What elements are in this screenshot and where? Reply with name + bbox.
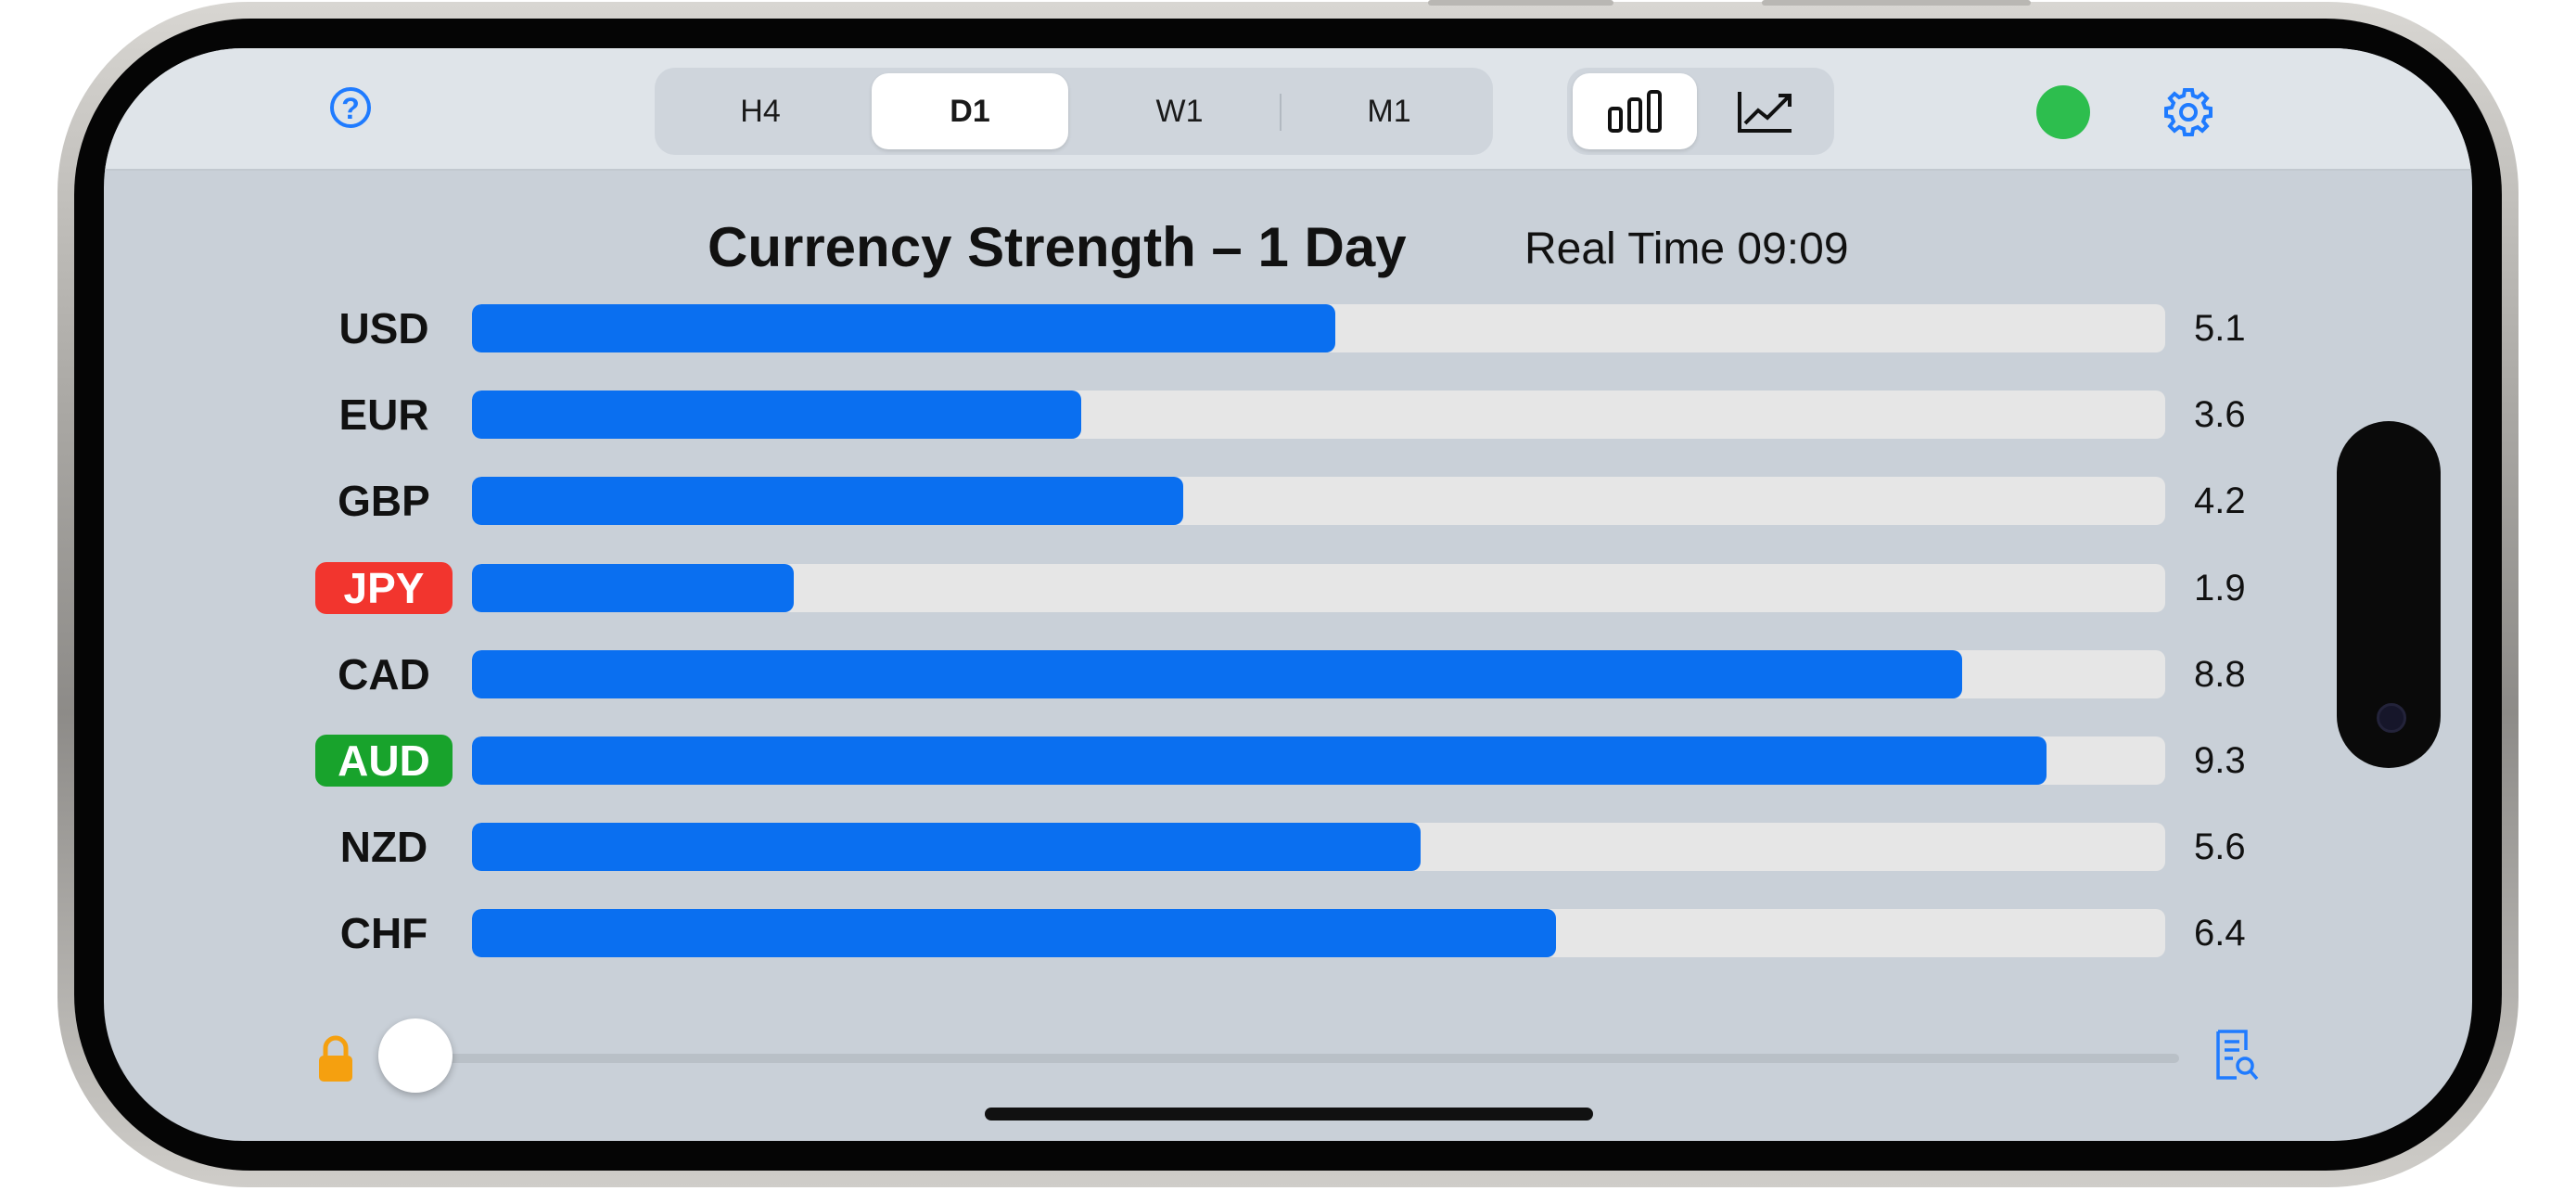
app-screen: ? H4 D1 W1 M1 Currency Strength – 1 Day … xyxy=(104,48,2472,1141)
realtime-clock: Real Time 09:09 xyxy=(1524,224,1849,274)
tab-m1[interactable]: M1 xyxy=(1291,73,1487,149)
bar-track xyxy=(472,909,2165,958)
bar-track xyxy=(472,477,2165,526)
currency-label: AUD xyxy=(315,735,453,787)
tab-d1[interactable]: D1 xyxy=(872,73,1068,149)
strength-bar xyxy=(472,649,1962,698)
document-search-icon[interactable] xyxy=(2214,1028,2261,1083)
currency-label: USD xyxy=(338,304,429,352)
currency-label: CAD xyxy=(338,649,430,698)
connection-status-indicator xyxy=(2036,85,2090,139)
bar-chart-icon xyxy=(1608,90,1662,133)
tab-w1[interactable]: W1 xyxy=(1081,73,1278,149)
currency-row: CHF 6.4 xyxy=(104,907,2472,959)
strength-bar xyxy=(472,304,1335,352)
currency-row: EUR 3.6 xyxy=(104,389,2472,441)
tab-h4[interactable]: H4 xyxy=(662,73,859,149)
currency-row: GBP 4.2 xyxy=(104,475,2472,527)
currency-label: GBP xyxy=(338,477,430,526)
camera-lens xyxy=(2377,703,2406,733)
bar-view-button[interactable] xyxy=(1573,73,1697,149)
strength-value: 9.3 xyxy=(2194,740,2246,781)
home-indicator[interactable] xyxy=(985,1108,1593,1121)
currency-row: USD 5.1 xyxy=(104,302,2472,354)
strength-value: 3.6 xyxy=(2194,394,2246,436)
strength-value: 4.2 xyxy=(2194,480,2246,522)
currency-row: AUD 9.3 xyxy=(104,735,2472,787)
history-slider[interactable] xyxy=(382,1054,2179,1063)
bar-track xyxy=(472,304,2165,352)
strength-bar xyxy=(472,563,794,612)
strength-value: 6.4 xyxy=(2194,913,2246,954)
currency-label: NZD xyxy=(339,823,428,872)
strength-bar xyxy=(472,823,1421,872)
gear-icon[interactable] xyxy=(2161,84,2216,140)
bar-track xyxy=(472,736,2165,785)
strength-bar xyxy=(472,736,2047,785)
bar-track xyxy=(472,563,2165,612)
currency-label: EUR xyxy=(338,391,429,440)
bar-track xyxy=(472,823,2165,872)
page-title: Currency Strength – 1 Day xyxy=(708,216,1407,278)
volume-button xyxy=(1428,0,1613,6)
currency-row: CAD 8.8 xyxy=(104,648,2472,700)
strength-bar xyxy=(472,391,1081,440)
toolbar: ? H4 D1 W1 M1 xyxy=(104,48,2472,171)
timeframe-selector: H4 D1 W1 M1 xyxy=(655,68,1493,155)
bar-track xyxy=(472,649,2165,698)
strength-value: 5.1 xyxy=(2194,308,2246,349)
line-view-button[interactable] xyxy=(1704,73,1829,149)
slider-thumb[interactable] xyxy=(378,1018,453,1093)
currency-label: CHF xyxy=(339,909,428,958)
strength-bar xyxy=(472,477,1183,526)
strength-bar xyxy=(472,909,1556,958)
help-icon[interactable]: ? xyxy=(330,87,371,128)
divider xyxy=(1280,94,1282,131)
currency-label: JPY xyxy=(315,561,453,614)
volume-button xyxy=(1762,0,2031,6)
view-mode-selector xyxy=(1567,68,1834,155)
currency-row: NZD 5.6 xyxy=(104,821,2472,873)
currency-row: JPY 1.9 xyxy=(104,561,2472,614)
strength-value: 1.9 xyxy=(2194,567,2246,608)
strength-value: 8.8 xyxy=(2194,653,2246,695)
bar-track xyxy=(472,391,2165,440)
line-chart-icon xyxy=(1738,92,1792,133)
strength-value: 5.6 xyxy=(2194,826,2246,868)
lock-icon[interactable] xyxy=(317,1035,354,1083)
